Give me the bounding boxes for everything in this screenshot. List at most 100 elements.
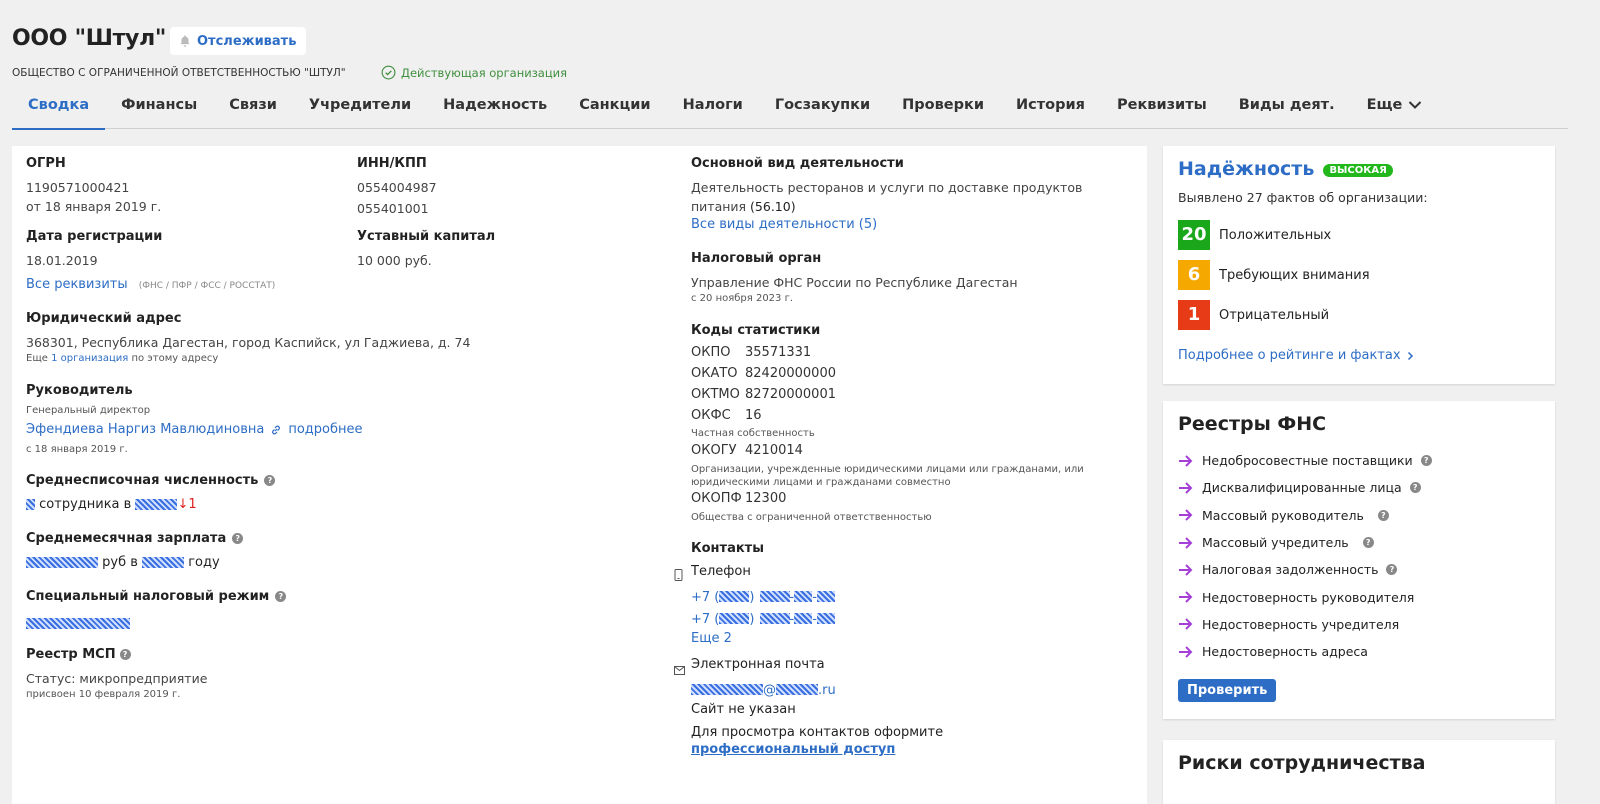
- all-activities-link[interactable]: Все виды деятельности (5): [691, 217, 877, 232]
- help-icon[interactable]: ?: [232, 533, 244, 544]
- code-okopf: ОКОПФ 12300: [691, 491, 786, 506]
- fact-row[interactable]: 6 Требующих внимания: [1178, 260, 1538, 290]
- reg-date-label: Дата регистрации: [26, 229, 163, 244]
- blurred-value: [691, 684, 763, 695]
- help-icon[interactable]: ?: [264, 475, 276, 486]
- rating-more-link[interactable]: Подробнее о рейтинге и фактах: [1178, 348, 1414, 363]
- salary-mid: руб в: [102, 555, 138, 570]
- arrow-right-icon: [1179, 646, 1193, 658]
- phone-1[interactable]: +7 () --: [691, 586, 835, 605]
- code-value: 35571331: [745, 345, 812, 360]
- fns-item[interactable]: Недостоверность учредителя: [1178, 611, 1538, 638]
- code-oktmo: ОКТМО 82720000001: [691, 387, 836, 402]
- fns-item[interactable]: Недостоверность руководителя: [1178, 583, 1538, 610]
- okfs-note: Частная собственность: [691, 428, 815, 439]
- facts-list: 20 Положительных 6 Требующих внимания 1 …: [1178, 220, 1538, 330]
- pro-access-link[interactable]: профессиональный доступ: [691, 742, 895, 757]
- tab-more-label: Еще: [1366, 97, 1403, 113]
- blurred-value[interactable]: [26, 557, 98, 568]
- head-role: Генеральный директор: [26, 405, 151, 416]
- help-icon[interactable]: ?: [1409, 482, 1421, 494]
- phone-more-link[interactable]: Еще 2: [691, 631, 732, 646]
- all-requisites-note: (ФНС / ПФР / ФСС / РОССТАТ): [138, 281, 276, 291]
- tab-activities[interactable]: Виды деят.: [1223, 89, 1351, 129]
- code-key: ОКОПФ: [691, 491, 742, 506]
- help-icon[interactable]: ?: [119, 649, 131, 660]
- address-label: Юридический адрес: [26, 311, 182, 326]
- help-icon[interactable]: ?: [1386, 564, 1398, 576]
- tab-reliability[interactable]: Надежность: [427, 89, 563, 129]
- tab-bar: Сводка Финансы Связи Учредители Надежнос…: [12, 89, 1568, 130]
- all-requisites-link[interactable]: Все реквизиты: [26, 277, 128, 292]
- tab-history[interactable]: История: [1000, 89, 1101, 129]
- tab-sanctions[interactable]: Санкции: [563, 89, 666, 129]
- code-okogu: ОКОГУ 4210014: [691, 443, 803, 458]
- head-name-link[interactable]: Эфендиева Наргиз Мавлюдиновна: [26, 422, 264, 437]
- salary-label-text: Среднемесячная зарплата: [26, 531, 227, 546]
- tax-regime-label: Специальный налоговый режим?: [26, 589, 287, 604]
- contacts-label: Контакты: [691, 541, 764, 556]
- email-value[interactable]: @ .ru: [691, 679, 836, 698]
- fact-row[interactable]: 1 Отрицательный: [1178, 300, 1538, 330]
- status-text: Действующая организация: [401, 65, 568, 80]
- inn-label: ИНН/КПП: [357, 156, 427, 171]
- chevron-down-icon: [1409, 101, 1422, 109]
- fns-item[interactable]: Массовый учредитель?: [1178, 529, 1538, 556]
- staff-label: Среднесписочная численность?: [26, 473, 276, 488]
- fns-item[interactable]: Массовый руководитель?: [1178, 502, 1538, 529]
- tab-procurement[interactable]: Госзакупки: [759, 89, 886, 129]
- reliability-card: Надёжность ВЫСОКАЯ Выявлено 27 фактов об…: [1163, 146, 1555, 384]
- msp-label: Реестр МСП?: [26, 647, 131, 662]
- fns-item-label: Массовый учредитель: [1202, 535, 1349, 551]
- chevron-right-icon: [1407, 351, 1413, 360]
- help-icon[interactable]: ?: [275, 591, 287, 602]
- track-button[interactable]: Отслеживать: [170, 27, 307, 55]
- fact-row[interactable]: 20 Положительных: [1178, 220, 1538, 250]
- phone-prefix: +7 (: [691, 590, 720, 605]
- tab-links[interactable]: Связи: [213, 89, 293, 129]
- salary-label: Среднемесячная зарплата?: [26, 531, 244, 546]
- check-button[interactable]: Проверить: [1178, 679, 1277, 702]
- blurred-value: [759, 613, 790, 624]
- staff-text: сотрудника в: [39, 497, 132, 512]
- phone-2[interactable]: +7 () --: [691, 608, 835, 627]
- fns-item[interactable]: Дисквалифицированные лица?: [1178, 474, 1538, 501]
- head-since: с 18 января 2019 г.: [26, 444, 128, 455]
- fact-label: Отрицательный: [1219, 307, 1330, 323]
- salary-end: году: [188, 555, 220, 570]
- fact-count: 20: [1178, 220, 1210, 250]
- tab-svodka[interactable]: Сводка: [12, 89, 106, 130]
- blurred-value[interactable]: [142, 557, 185, 568]
- tab-finance[interactable]: Финансы: [105, 89, 213, 129]
- blurred-value[interactable]: [135, 499, 178, 510]
- company-title: ООО "Штул": [12, 26, 167, 51]
- fns-item-label: Недостоверность учредителя: [1202, 616, 1400, 632]
- tab-requisites[interactable]: Реквизиты: [1101, 89, 1223, 129]
- head-more-link[interactable]: подробнее: [288, 422, 362, 437]
- address-more-pre: Еще: [26, 353, 48, 364]
- blurred-value: [776, 684, 818, 695]
- blurred-value: [816, 591, 835, 602]
- blurred-value[interactable]: [26, 618, 130, 629]
- tab-taxes[interactable]: Налоги: [667, 89, 759, 129]
- address-more-link[interactable]: 1 организация: [51, 353, 128, 364]
- tab-founders[interactable]: Учредители: [293, 89, 427, 129]
- fns-item[interactable]: Недостоверность адреса: [1178, 638, 1538, 665]
- tab-more[interactable]: Еще: [1351, 89, 1439, 129]
- reliability-title[interactable]: Надёжность: [1178, 158, 1314, 180]
- ogrn-value: 1190571000421: [26, 180, 130, 195]
- tab-inspections[interactable]: Проверки: [886, 89, 1000, 129]
- help-icon[interactable]: ?: [1420, 455, 1432, 467]
- fns-item[interactable]: Недобросовестные поставщики?: [1178, 447, 1538, 474]
- reliability-subtitle: Выявлено 27 фактов об организации:: [1178, 190, 1428, 205]
- code-value: 16: [745, 408, 762, 423]
- blurred-value: [794, 613, 813, 624]
- check-circle-icon: [381, 65, 396, 80]
- fns-item[interactable]: Налоговая задолженность?: [1178, 556, 1538, 583]
- fact-label: Положительных: [1219, 227, 1332, 243]
- codes-label: Коды статистики: [691, 323, 821, 338]
- help-icon[interactable]: ?: [1377, 509, 1389, 521]
- code-value: 82420000000: [745, 366, 836, 381]
- help-icon[interactable]: ?: [1362, 537, 1374, 549]
- blurred-value[interactable]: [26, 499, 35, 510]
